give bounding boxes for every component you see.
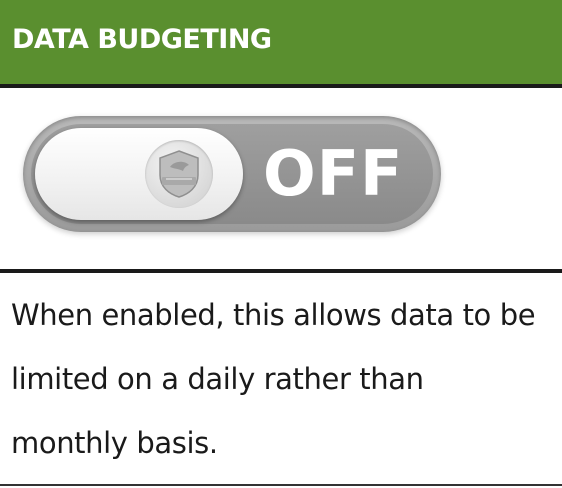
shield-logo-icon [145,140,213,208]
data-budgeting-toggle[interactable]: OFF [23,116,441,232]
toggle-state-label: OFF [263,137,404,210]
toggle-container: OFF [0,88,562,269]
section-header: DATA BUDGETING [0,0,562,84]
toggle-track: OFF [31,124,433,224]
divider-middle [0,269,562,273]
divider-bottom [0,484,562,486]
toggle-knob[interactable] [35,128,243,220]
shield-logo-svg [159,150,199,198]
setting-description: When enabled, this allows data to be lim… [11,298,536,460]
section-title: DATA BUDGETING [12,23,272,55]
